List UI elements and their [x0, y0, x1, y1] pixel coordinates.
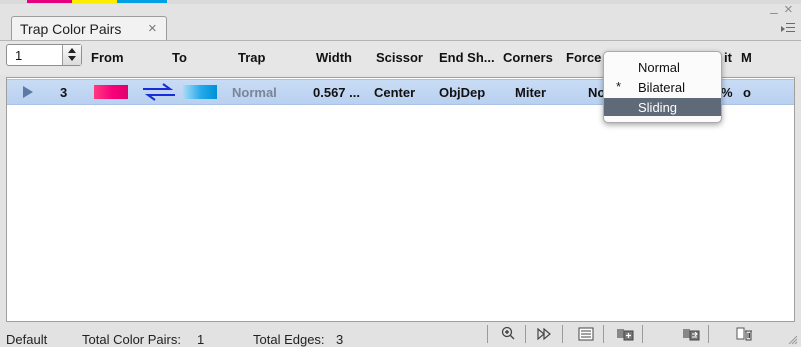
count-value: 1: [15, 48, 23, 63]
column-m[interactable]: M: [741, 50, 752, 65]
column-corners[interactable]: Corners: [503, 50, 553, 65]
yellow-strip: [72, 0, 117, 3]
total-edges-value: 3: [336, 332, 344, 347]
list-view-icon[interactable]: [576, 326, 596, 342]
preset-label[interactable]: Default: [6, 332, 47, 347]
column-limit[interactable]: it: [724, 50, 732, 65]
stepper-arrows-icon[interactable]: [62, 45, 81, 65]
column-force[interactable]: Force: [566, 50, 601, 65]
zoom-in-icon[interactable]: [499, 326, 519, 342]
row-trap[interactable]: Normal: [232, 85, 277, 100]
footer-divider: [562, 325, 563, 343]
row-limit[interactable]: %: [721, 85, 733, 100]
trap-type-menu: Normal * Bilateral Sliding: [603, 51, 722, 123]
column-scissor[interactable]: Scissor: [376, 50, 423, 65]
minimize-icon[interactable]: –: [770, 5, 778, 19]
total-pairs-label: Total Color Pairs:: [82, 332, 181, 347]
menu-item-label: Sliding: [638, 100, 678, 115]
column-end-shape[interactable]: End Sh...: [439, 50, 495, 65]
menu-item-sliding[interactable]: Sliding: [604, 98, 721, 116]
total-pairs-value: 1: [197, 332, 205, 347]
column-from[interactable]: From: [91, 50, 124, 65]
total-edges-label: Total Edges:: [253, 332, 325, 347]
expand-arrow-icon[interactable]: [23, 86, 33, 98]
cyan-strip: [117, 0, 167, 3]
menu-item-label: Normal: [638, 60, 680, 75]
from-color-swatch: [94, 85, 128, 99]
row-width[interactable]: 0.567 ...: [313, 85, 360, 100]
swap-icon[interactable]: [681, 326, 701, 342]
menu-item-bilateral[interactable]: * Bilateral: [604, 78, 721, 96]
resize-grip-icon[interactable]: [786, 333, 798, 345]
new-pair-icon[interactable]: [615, 326, 635, 342]
column-to[interactable]: To: [172, 50, 187, 65]
row-m[interactable]: o: [743, 85, 751, 100]
to-color-swatch: [183, 85, 217, 99]
column-width[interactable]: Width: [316, 50, 352, 65]
trap-color-pairs-panel: – × Trap Color Pairs × 1 From To Trap Wi…: [0, 0, 801, 347]
delete-icon[interactable]: [735, 326, 755, 342]
close-icon[interactable]: ×: [148, 20, 157, 37]
footer-divider: [487, 325, 488, 343]
menu-item-normal[interactable]: Normal: [604, 58, 721, 76]
row-corners[interactable]: Miter: [515, 85, 546, 100]
panel-menu-icon[interactable]: [781, 22, 795, 34]
row-scissor[interactable]: Center: [374, 85, 415, 100]
menu-item-label: Bilateral: [638, 80, 685, 95]
row-end-shape[interactable]: ObjDep: [439, 85, 485, 100]
footer-divider: [708, 325, 709, 343]
tab-label: Trap Color Pairs: [20, 21, 122, 37]
row-count: 3: [60, 85, 68, 100]
magenta-strip: [27, 0, 72, 3]
trap-direction-icon[interactable]: [139, 83, 179, 101]
play-forward-icon[interactable]: [534, 326, 554, 342]
column-trap[interactable]: Trap: [238, 50, 265, 65]
check-mark-icon: *: [616, 79, 622, 94]
footer-divider: [642, 325, 643, 343]
color-strip: [0, 0, 801, 4]
tab-trap-color-pairs[interactable]: Trap Color Pairs ×: [11, 16, 167, 40]
footer-divider: [603, 325, 604, 343]
count-stepper[interactable]: 1: [6, 44, 82, 66]
footer-divider: [525, 325, 526, 343]
close-window-icon[interactable]: ×: [784, 2, 793, 17]
